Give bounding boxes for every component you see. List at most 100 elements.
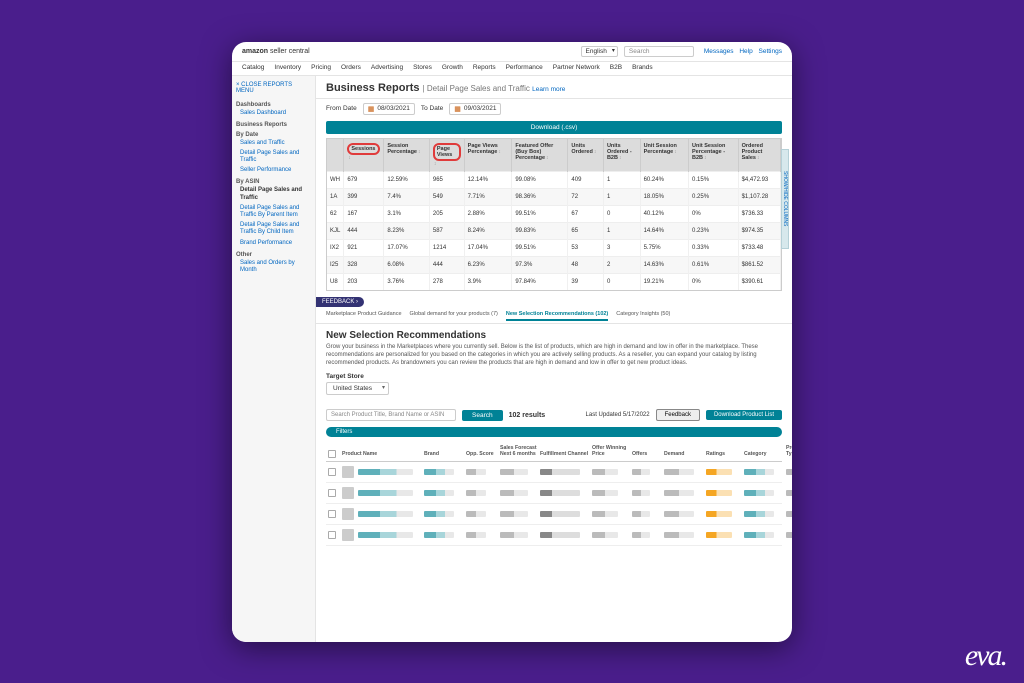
nav-item[interactable]: B2B xyxy=(610,64,622,71)
col-usp[interactable]: Unit Session Percentage↕ xyxy=(640,139,688,172)
list-item[interactable] xyxy=(326,483,782,504)
redacted-text xyxy=(592,469,618,475)
redacted-text xyxy=(424,511,454,517)
feedback-button[interactable]: FEEDBACK › xyxy=(316,297,364,307)
table-row[interactable]: I253286.08%4446.23%97.3%48214.63%0.61%$8… xyxy=(327,257,781,274)
col-page-views[interactable]: Page Views↕ xyxy=(429,139,464,172)
tab-category-insights[interactable]: Category Insights (50) xyxy=(616,309,670,321)
col-units-b2b[interactable]: Units Ordered - B2B↕ xyxy=(603,139,640,172)
nav-item[interactable]: Catalog xyxy=(242,64,264,71)
redacted-text xyxy=(424,532,454,538)
global-search-input[interactable]: Search xyxy=(624,46,694,57)
nav-item[interactable]: Growth xyxy=(442,64,463,71)
nav-item[interactable]: Performance xyxy=(506,64,543,71)
redacted-text xyxy=(358,511,413,517)
sidebar-item[interactable]: Detail Page Sales and Traffic By Child I… xyxy=(236,221,311,237)
from-date-input[interactable]: ▦08/03/2021 xyxy=(363,103,415,115)
table-row[interactable]: WH67912.59%96512.14%99.08%409160.24%0.15… xyxy=(327,172,781,189)
learn-more-link[interactable]: Learn more xyxy=(532,86,565,93)
rec-col[interactable]: Category xyxy=(744,452,784,458)
row-checkbox[interactable] xyxy=(328,531,336,539)
row-checkbox[interactable] xyxy=(328,468,336,476)
messages-link[interactable]: Messages xyxy=(704,48,734,55)
product-thumbnail xyxy=(342,529,354,541)
show-hide-columns-tab[interactable]: SHOW/HIDE COLUMNS xyxy=(781,149,789,249)
to-date-input[interactable]: ▦09/03/2021 xyxy=(449,103,501,115)
row-checkbox[interactable] xyxy=(328,510,336,518)
nav-item[interactable]: Orders xyxy=(341,64,361,71)
redacted-text xyxy=(540,511,580,517)
redacted-text xyxy=(706,469,732,475)
redacted-text xyxy=(500,469,528,475)
rec-col[interactable]: Offer Winning Price xyxy=(592,446,630,457)
help-link[interactable]: Help xyxy=(739,48,752,55)
nav-item[interactable]: Stores xyxy=(413,64,432,71)
table-row[interactable]: IX292117.07%121417.04%99.51%5335.75%0.33… xyxy=(327,240,781,257)
nsr-description: Grow your business in the Marketplaces w… xyxy=(326,344,782,367)
rec-col[interactable]: Product Type xyxy=(786,446,792,457)
sidebar-item[interactable]: Detail Page Sales and Traffic xyxy=(236,149,311,165)
nav-item[interactable]: Brands xyxy=(632,64,653,71)
tab-marketplace-guidance[interactable]: Marketplace Product Guidance xyxy=(326,309,402,321)
rec-col[interactable]: Offers xyxy=(632,452,662,458)
nav-item[interactable]: Advertising xyxy=(371,64,403,71)
tab-global-demand[interactable]: Global demand for your products (7) xyxy=(410,309,498,321)
redacted-text xyxy=(592,511,618,517)
col-units[interactable]: Units Ordered↕ xyxy=(568,139,604,172)
nav-item[interactable]: Reports xyxy=(473,64,496,71)
search-button[interactable]: Search xyxy=(462,410,503,421)
filters-chip[interactable]: Filters xyxy=(326,427,782,437)
row-checkbox[interactable] xyxy=(328,489,336,497)
tab-new-selection[interactable]: New Selection Recommendations (102) xyxy=(506,309,608,321)
rec-col[interactable]: Ratings xyxy=(706,452,742,458)
target-store-select[interactable]: United States xyxy=(326,382,389,395)
sidebar-item[interactable]: Sales Dashboard xyxy=(236,109,311,118)
list-item[interactable] xyxy=(326,525,782,546)
list-item[interactable] xyxy=(326,462,782,483)
table-row[interactable]: U82033.76%2783.9%97.84%39019.21%0%$390.6… xyxy=(327,274,781,291)
redacted-text xyxy=(592,490,618,496)
list-item[interactable] xyxy=(326,504,782,525)
results-count: 102 results xyxy=(509,412,546,419)
col-session-pct[interactable]: Session Percentage↕ xyxy=(384,139,430,172)
col-buybox[interactable]: Featured Offer (Buy Box) Percentage↕ xyxy=(512,139,568,172)
rec-col[interactable]: Fulfillment Channel xyxy=(540,452,590,458)
sidebar-item-active[interactable]: Detail Page Sales and Traffic xyxy=(236,186,311,202)
download-csv-button[interactable]: Download (.csv) xyxy=(326,121,782,134)
sidebar-item[interactable]: Detail Page Sales and Traffic By Parent … xyxy=(236,204,311,220)
sidebar-item[interactable]: Seller Performance xyxy=(236,166,311,175)
rec-col[interactable]: Product Name xyxy=(342,452,422,458)
app-window: amazon seller central English Search Mes… xyxy=(232,42,792,642)
col-sessions[interactable]: Sessions↕ xyxy=(344,139,384,172)
nav-item[interactable]: Partner Network xyxy=(553,64,600,71)
calendar-icon: ▦ xyxy=(454,105,461,113)
product-search-input[interactable]: Search Product Title, Brand Name or ASIN xyxy=(326,409,456,421)
sidebar-item[interactable]: Sales and Orders by Month xyxy=(236,259,311,275)
col-sales[interactable]: Ordered Product Sales↕ xyxy=(738,139,780,172)
sidebar-item[interactable]: Brand Performance xyxy=(236,239,311,248)
table-row[interactable]: KJL4448.23%5878.24%99.83%65114.64%0.23%$… xyxy=(327,223,781,240)
redacted-text xyxy=(358,532,413,538)
redacted-text xyxy=(466,490,486,496)
nav-item[interactable]: Inventory xyxy=(274,64,301,71)
redacted-text xyxy=(358,469,413,475)
nav-item[interactable]: Pricing xyxy=(311,64,331,71)
rec-col[interactable]: Demand xyxy=(664,452,704,458)
rec-col[interactable]: Sales Forecast Next 6 months xyxy=(500,446,538,457)
settings-link[interactable]: Settings xyxy=(759,48,783,55)
nsr-feedback-button[interactable]: Feedback xyxy=(656,409,700,421)
col-usp-b2b[interactable]: Unit Session Percentage - B2B↕ xyxy=(689,139,739,172)
close-reports-menu[interactable]: × CLOSE REPORTS MENU xyxy=(236,80,311,98)
language-select[interactable]: English xyxy=(581,46,618,57)
download-product-list-button[interactable]: Download Product List xyxy=(706,410,782,420)
rec-col[interactable]: Brand xyxy=(424,452,464,458)
table-row[interactable]: 621673.1%2052.88%99.51%67040.12%0%$736.3… xyxy=(327,206,781,223)
sidebar-section: Dashboards xyxy=(236,102,311,108)
select-all-checkbox[interactable] xyxy=(328,450,336,458)
rec-col[interactable]: Opp. Score xyxy=(466,452,498,458)
col-pv-pct[interactable]: Page Views Percentage↕ xyxy=(464,139,512,172)
table-row[interactable]: 1A3997.4%5497.71%98.36%72118.05%0.25%$1,… xyxy=(327,189,781,206)
sidebar-item[interactable]: Sales and Traffic xyxy=(236,139,311,148)
col-rowlabel[interactable] xyxy=(327,139,344,172)
redacted-text xyxy=(744,490,774,496)
